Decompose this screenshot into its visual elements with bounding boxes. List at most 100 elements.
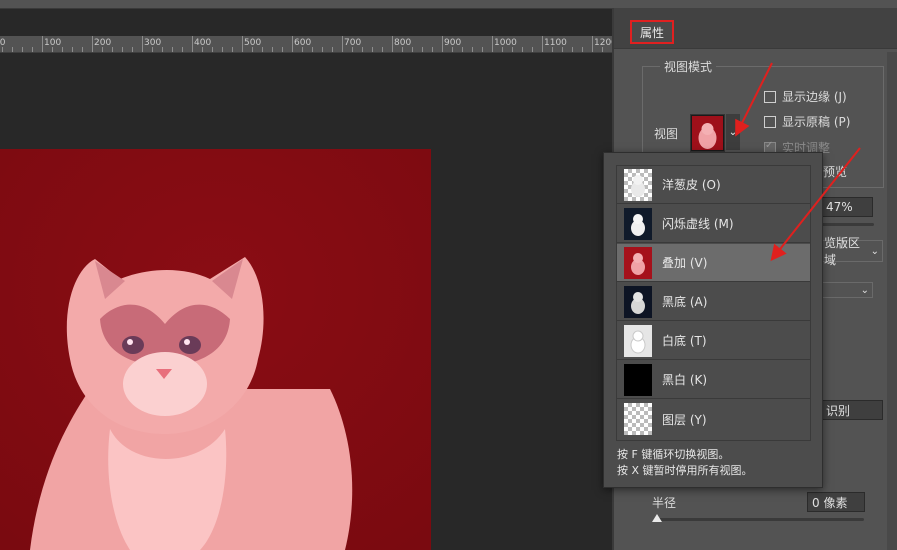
view-thumbnail[interactable] [690,114,725,152]
ruler-tick [492,36,493,52]
ruler-minor-tick [432,47,433,52]
ruler-minor-tick [282,47,283,52]
show-edge-checkbox[interactable]: 显示边缘 (J) [764,88,847,105]
ruler-minor-tick [582,47,583,52]
tab-properties[interactable]: 属性 [630,20,674,44]
ruler-label: 200 [94,38,112,48]
ruler-minor-tick [22,47,23,52]
dd-label: 叠加 (V) [662,256,708,270]
view-option-onion-skin[interactable]: 洋葱皮 (O) [617,166,810,204]
radius-slider-knob[interactable] [652,514,662,522]
on-white-thumb-icon [624,324,652,357]
view-option-black-white[interactable]: 黑白 (K) [617,361,810,399]
ruler-tick [92,36,93,52]
checkbox-box[interactable] [764,90,776,103]
ruler-minor-tick [422,47,423,52]
region-text: 览版区域 [824,236,861,267]
ruler-tick [342,36,343,52]
view-mode-dropdown: 洋葱皮 (O) 闪烁虚线 (M) 叠加 (V) 黑底 (A) 白底 (T) 黑白… [603,152,823,488]
ruler-tick [142,36,143,52]
view-option-marching-ants[interactable]: 闪烁虚线 (M) [617,205,810,243]
ruler-tick [392,36,393,52]
ruler-minor-tick [412,47,413,52]
show-edge-label: 显示边缘 (J) [782,90,847,104]
show-original-label: 显示原稿 (P) [782,115,851,129]
ruler-minor-tick [72,47,73,52]
ruler-minor-tick [322,47,323,52]
radius-slider[interactable] [654,518,864,521]
preview-text: 预览 [823,165,848,179]
ruler-minor-tick [462,47,463,52]
view-option-on-white[interactable]: 白底 (T) [617,322,810,360]
horizontal-ruler: 0010020030040050060070080090010001100120… [0,36,733,53]
ruler-minor-tick [372,47,373,52]
dd-label: 闪烁虚线 (M) [662,217,734,231]
ruler-minor-tick [232,47,233,52]
ruler-tick [292,36,293,52]
radius-field[interactable]: 0 像素 [807,492,865,512]
region-dropdown[interactable]: 览版区域 ⌄ [819,236,883,267]
ruler-minor-tick [172,47,173,52]
ruler-label: 500 [244,38,262,48]
preview-label: 预览 [823,163,847,180]
ruler-minor-tick [12,47,13,52]
ruler-label: 700 [344,38,362,48]
ruler-minor-tick [212,47,213,52]
opacity-field[interactable]: 47% [821,197,873,217]
ruler-minor-tick [132,47,133,52]
dd-label: 白底 (T) [662,334,707,348]
ruler-label: 1000 [494,38,517,48]
ruler-tick [592,36,593,52]
view-option-on-black[interactable]: 黑底 (A) [617,283,810,321]
ruler-tick [192,36,193,52]
mode-dropdown[interactable]: ⌄ [819,282,873,298]
ruler-label: 400 [194,38,212,48]
ruler-minor-tick [62,47,63,52]
ruler-label: 00 [0,38,6,48]
dd-label: 黑底 (A) [662,295,708,309]
ruler-minor-tick [32,47,33,52]
chevron-down-icon: ⌄ [870,245,879,257]
view-mode-list: 洋葱皮 (O) 闪烁虚线 (M) 叠加 (V) 黑底 (A) 白底 (T) 黑白… [616,165,811,441]
ruler-tick [42,36,43,52]
ruler-tick [542,36,543,52]
opacity-slider[interactable] [822,223,874,226]
hint-cycle-views: 按 F 键循环切换视图。 [617,448,730,461]
ruler-minor-tick [162,47,163,52]
ruler-label: 300 [144,38,162,48]
ruler-minor-tick [182,47,183,52]
ruler-minor-tick [222,47,223,52]
ruler-minor-tick [272,47,273,52]
cat-image [0,149,431,550]
view-label: 视图 [654,127,679,141]
panel-scrollbar[interactable] [887,52,897,550]
view-option-overlay[interactable]: 叠加 (V) [617,244,810,282]
checkbox-box[interactable] [764,115,776,128]
ruler-minor-tick [382,47,383,52]
cat-photo-overlay[interactable] [0,149,431,550]
view-dropdown-arrow[interactable]: ⌄ [726,114,740,150]
show-original-checkbox[interactable]: 显示原稿 (P) [764,113,850,130]
panel-tab-bar: 属性 [614,8,897,49]
layer-thumb-icon [624,403,652,435]
radius-label: 半径 [652,496,677,510]
view-option-layer[interactable]: 图层 (Y) [617,400,810,438]
ruler-minor-tick [362,47,363,52]
view-mode-title: 视图模式 [660,58,717,75]
ruler-tick [242,36,243,52]
ruler-label: 100 [44,38,62,48]
ruler-label: 800 [394,38,412,48]
chevron-down-icon: ⌄ [860,284,869,296]
ruler-label: 600 [294,38,312,48]
ruler-minor-tick [532,47,533,52]
ruler-minor-tick [522,47,523,52]
on-black-thumb-icon [624,285,652,318]
ruler-minor-tick [82,47,83,52]
ruler-minor-tick [312,47,313,52]
ruler-label: 1100 [544,38,567,48]
overlay-thumb-icon [624,246,652,279]
recognize-field[interactable]: 识别 [821,400,883,420]
ruler-minor-tick [472,47,473,52]
ruler-tick [442,36,443,52]
onion-skin-thumb-icon [624,168,652,201]
